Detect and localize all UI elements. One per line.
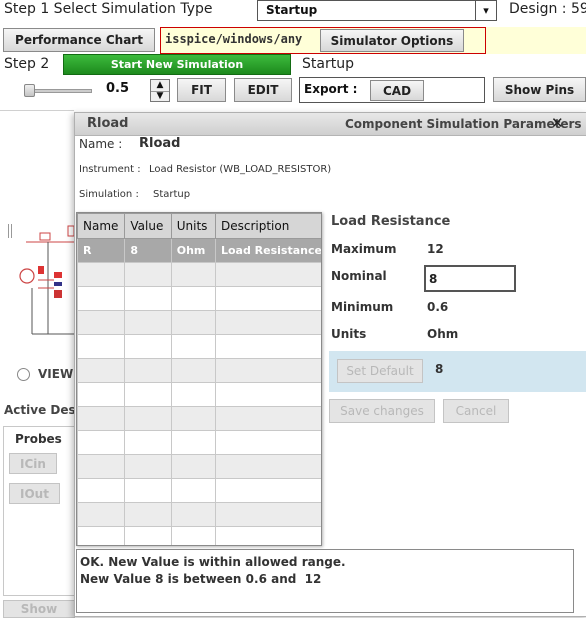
table-row-empty (77, 502, 321, 527)
schematic-preview (19, 225, 75, 335)
table-row-empty (77, 262, 321, 287)
step2-label: Step 2 (4, 56, 50, 72)
detail-title: Load Resistance (331, 214, 451, 229)
simulation-label: Simulation : (79, 189, 139, 200)
zoom-value: 0.5 (106, 81, 130, 96)
probes-panel (3, 426, 75, 596)
parameter-table-frame: Name Value Units Description R 8 Ohm Loa… (76, 212, 322, 546)
table-header: Name Value Units Description (77, 213, 321, 239)
table-row-empty (77, 430, 321, 455)
table-row-empty (77, 454, 321, 479)
fit-button[interactable]: FIT (177, 78, 226, 102)
units-value: Ohm (427, 327, 459, 341)
start-new-simulation-button[interactable]: Start New Simulation (63, 54, 291, 75)
minimum-value: 0.6 (427, 300, 449, 314)
column-header-name[interactable]: Name (77, 213, 126, 239)
cell-name: R (77, 238, 126, 263)
cancel-button[interactable]: Cancel (443, 399, 509, 423)
nominal-input[interactable] (424, 265, 516, 292)
probe-icin-button[interactable]: ICin (9, 453, 57, 474)
close-icon[interactable]: ✕ (551, 114, 564, 132)
table-row-empty (77, 382, 321, 407)
name-value: Rload (139, 136, 181, 151)
simulation-value: Startup (153, 189, 191, 200)
table-row-empty (77, 526, 321, 545)
units-label: Units (331, 327, 367, 341)
cad-button[interactable]: CAD (370, 80, 424, 101)
chevron-down-icon[interactable]: ▼ (151, 91, 169, 102)
step1-label: Step 1 Select Simulation Type (4, 1, 213, 17)
active-design-label: Active Des (4, 403, 76, 417)
column-header-description[interactable]: Description (214, 213, 321, 239)
table-row-empty (77, 406, 321, 431)
cell-units: Ohm (170, 238, 216, 263)
instrument-value: Load Resistor (WB_LOAD_RESISTOR) (149, 164, 332, 175)
table-row-empty (77, 478, 321, 503)
view-label: VIEW (38, 367, 74, 381)
default-value: 8 (435, 362, 444, 376)
zoom-slider-handle[interactable] (24, 84, 35, 97)
parameter-table: Name Value Units Description R 8 Ohm Loa… (77, 213, 321, 545)
instrument-label: Instrument : (79, 164, 141, 175)
simulation-type-value: Startup (266, 3, 318, 17)
cell-description: Load Resistance (214, 238, 321, 263)
table-row-empty (77, 310, 321, 335)
view-radio[interactable] (17, 368, 30, 381)
nominal-label: Nominal (331, 269, 387, 283)
simulation-type-select[interactable]: Startup ▾ (257, 0, 497, 21)
dialog-title: Component Simulation Parameters (345, 117, 582, 131)
table-row[interactable]: R 8 Ohm Load Resistance (77, 238, 321, 263)
edit-button[interactable]: EDIT (234, 78, 292, 102)
performance-chart-button[interactable]: Performance Chart (3, 28, 155, 52)
dialog-component-name: Rload (87, 116, 129, 131)
maximum-value: 12 (427, 242, 444, 256)
maximum-label: Maximum (331, 242, 397, 256)
chevron-down-icon[interactable]: ▾ (475, 1, 496, 20)
table-row-empty (77, 334, 321, 359)
status-line-2: New Value 8 is between 0.6 and 12 (80, 572, 322, 586)
simulator-path: isspice/windows/any (165, 32, 303, 46)
set-default-button[interactable]: Set Default (337, 359, 423, 383)
table-row-empty (77, 286, 321, 311)
column-header-units[interactable]: Units (170, 213, 216, 239)
panel-divider (8, 224, 12, 238)
cell-value: 8 (124, 238, 172, 263)
show-button[interactable]: Show (3, 600, 75, 618)
step2-status: Startup (302, 56, 354, 72)
minimum-label: Minimum (331, 300, 394, 314)
name-label: Name : (79, 137, 123, 151)
header-strip (486, 27, 586, 54)
status-line-1: OK. New Value is within allowed range. (80, 555, 346, 569)
probe-iout-button[interactable]: IOut (9, 483, 60, 504)
dialog-titlebar[interactable]: Rload Component Simulation Parameters ✕ (75, 113, 586, 136)
component-parameters-dialog: Rload Component Simulation Parameters ✕ … (74, 112, 586, 617)
simulator-options-button[interactable]: Simulator Options (320, 29, 464, 52)
export-label: Export : (304, 82, 358, 96)
zoom-stepper[interactable]: ▲ ▼ (150, 79, 170, 102)
save-changes-button[interactable]: Save changes (329, 399, 435, 423)
status-box: OK. New Value is within allowed range. N… (76, 549, 574, 613)
show-pins-button[interactable]: Show Pins (493, 77, 586, 102)
design-label: Design : 59 (509, 1, 586, 17)
table-row-empty (77, 358, 321, 383)
column-header-value[interactable]: Value (124, 213, 172, 239)
tab-probes[interactable]: Probes (15, 432, 62, 446)
